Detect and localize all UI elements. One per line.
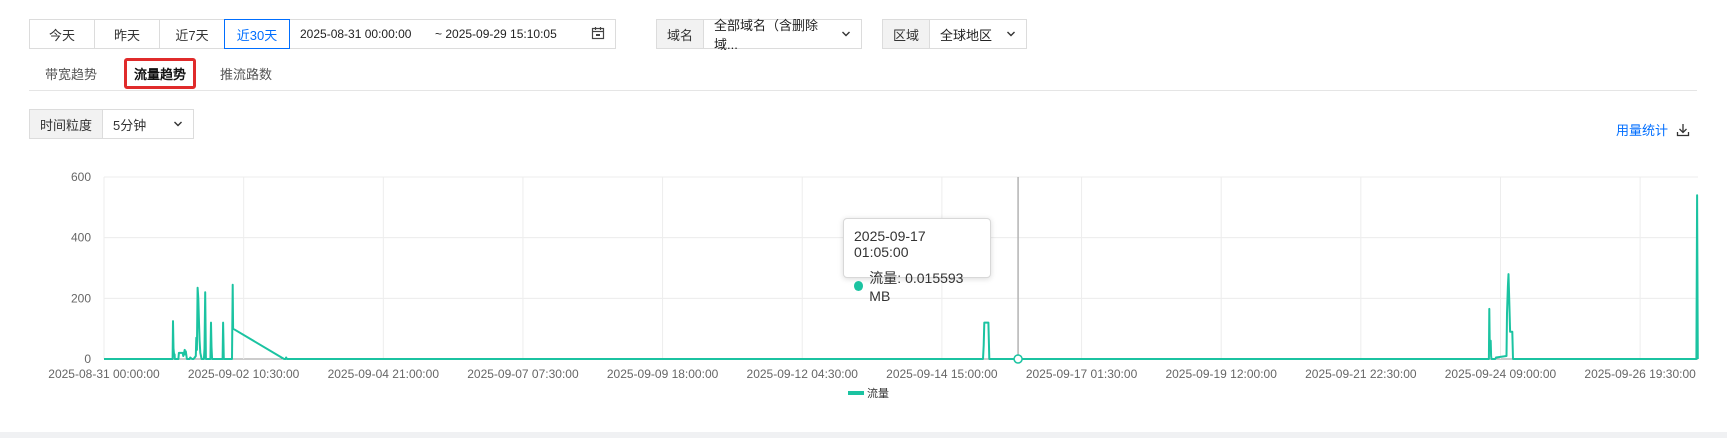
region-filter-label: 区域 bbox=[883, 20, 931, 48]
date-end: ~ 2025-09-29 15:10:05 bbox=[435, 27, 557, 41]
usage-stats-label: 用量统计 bbox=[1616, 123, 1669, 138]
page-bottom-divider bbox=[0, 432, 1727, 438]
tab-traffic-trend[interactable]: 流量趋势 bbox=[124, 58, 197, 89]
x-tick-label: 2025-09-19 12:00:00 bbox=[1165, 367, 1277, 381]
time-range-toolbar: 今天 昨天 近7天 近30天 2025-08-31 00:00:00 ~ 202… bbox=[29, 19, 616, 49]
granularity-value: 5分钟 bbox=[113, 117, 147, 133]
domain-select-value: 全部域名（含删除域... bbox=[714, 18, 819, 52]
granularity-select[interactable]: 5分钟 bbox=[103, 110, 193, 138]
x-tick-label: 2025-09-21 22:30:00 bbox=[1305, 367, 1417, 381]
x-tick-label: 2025-09-14 15:00:00 bbox=[886, 367, 998, 381]
quick-range-group: 今天 昨天 近7天 近30天 bbox=[29, 19, 290, 49]
range-today-button[interactable]: 今天 bbox=[30, 20, 95, 48]
chart-tooltip: 2025-09-17 01:05:00 流量: 0.015593 MB bbox=[843, 218, 991, 304]
x-tick-label: 2025-09-24 09:00:00 bbox=[1445, 367, 1557, 381]
x-tick-label: 2025-09-17 01:30:00 bbox=[1026, 367, 1138, 381]
range-yesterday-button[interactable]: 昨天 bbox=[95, 20, 160, 48]
calendar-icon[interactable] bbox=[591, 26, 605, 43]
domain-filter-label: 域名 bbox=[657, 20, 705, 48]
x-tick-label: 2025-09-04 21:00:00 bbox=[328, 367, 440, 381]
domain-filter: 域名 全部域名（含删除域... bbox=[656, 18, 862, 52]
x-tick-label: 2025-09-12 04:30:00 bbox=[747, 367, 859, 381]
x-tick-label: 2025-09-09 18:00:00 bbox=[607, 367, 719, 381]
chevron-down-icon bbox=[841, 27, 851, 42]
chart-legend[interactable]: 流量 bbox=[848, 385, 889, 401]
tooltip-value: 流量: 0.015593 MB bbox=[869, 270, 964, 304]
range-30days-button[interactable]: 近30天 bbox=[224, 19, 290, 49]
usage-stats-link[interactable]: 用量统计 bbox=[1616, 120, 1690, 139]
region-select[interactable]: 全球地区 bbox=[930, 20, 1026, 48]
y-tick-label: 600 bbox=[71, 170, 91, 184]
download-icon[interactable] bbox=[1676, 123, 1690, 137]
region-select-value: 全球地区 bbox=[940, 27, 993, 43]
x-tick-label: 2025-08-31 00:00:00 bbox=[48, 367, 160, 381]
chevron-down-icon bbox=[173, 117, 183, 132]
tab-stream-count[interactable]: 推流路数 bbox=[220, 64, 272, 83]
y-tick-label: 0 bbox=[84, 352, 91, 366]
y-tick-label: 200 bbox=[71, 291, 91, 305]
legend-swatch bbox=[848, 391, 864, 395]
x-tick-label: 2025-09-02 10:30:00 bbox=[188, 367, 300, 381]
granularity-filter: 时间粒度 5分钟 bbox=[29, 109, 195, 139]
tab-bandwidth-trend[interactable]: 带宽趋势 bbox=[45, 64, 97, 83]
domain-select[interactable]: 全部域名（含删除域... bbox=[704, 18, 861, 52]
range-7days-button[interactable]: 近7天 bbox=[160, 20, 225, 48]
tooltip-time: 2025-09-17 01:05:00 bbox=[854, 228, 926, 260]
legend-label: 流量 bbox=[867, 388, 889, 400]
chevron-down-icon bbox=[1006, 27, 1016, 42]
x-tick-label: 2025-09-07 07:30:00 bbox=[467, 367, 579, 381]
metric-tabs: 带宽趋势 流量趋势 推流路数 bbox=[29, 58, 1697, 91]
series-dot-icon bbox=[854, 281, 864, 291]
x-tick-label: 2025-09-26 19:30:00 bbox=[1584, 367, 1696, 381]
date-range-picker[interactable]: 2025-08-31 00:00:00 ~ 2025-09-29 15:10:0… bbox=[290, 19, 616, 49]
hover-point bbox=[1013, 354, 1023, 364]
region-filter: 区域 全球地区 bbox=[882, 19, 1027, 49]
date-start: 2025-08-31 00:00:00 bbox=[300, 27, 412, 41]
y-tick-label: 400 bbox=[71, 231, 91, 245]
granularity-label: 时间粒度 bbox=[30, 110, 104, 138]
